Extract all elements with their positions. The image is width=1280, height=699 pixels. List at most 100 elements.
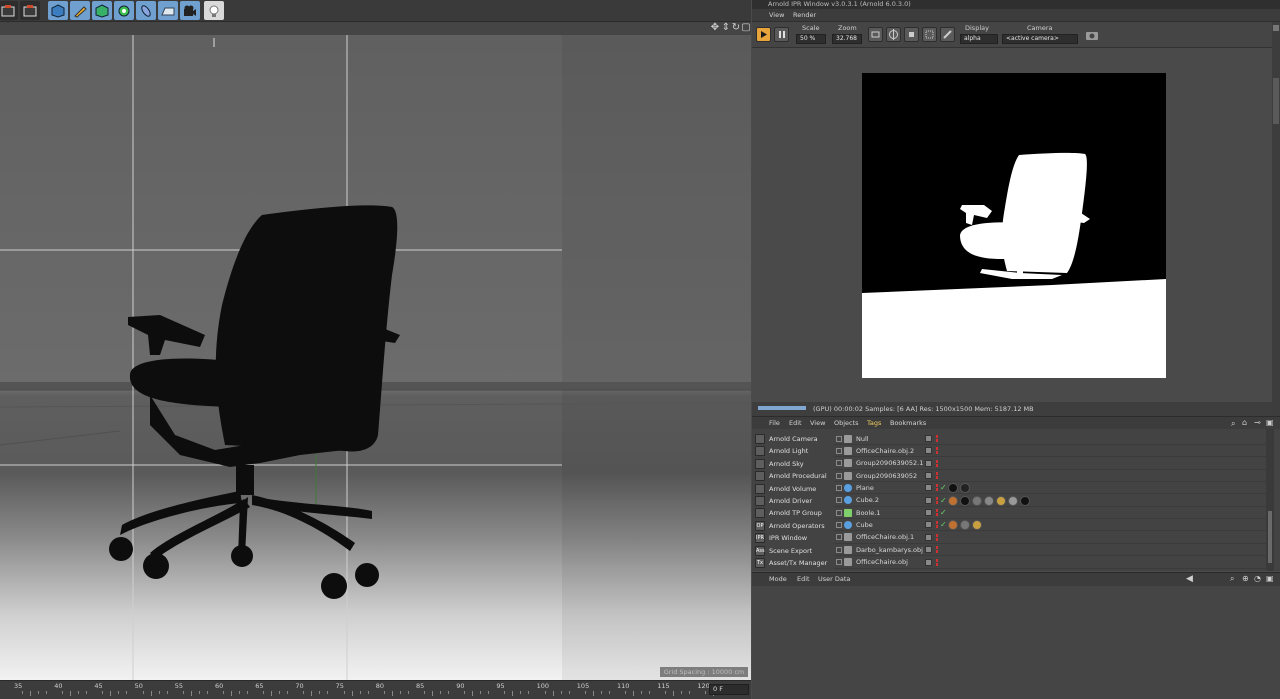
visibility-flags[interactable] xyxy=(925,472,943,480)
menu-file[interactable]: File xyxy=(769,419,780,427)
object-name[interactable]: Boole.1 xyxy=(856,509,926,517)
home-icon[interactable]: ⌂ xyxy=(1242,418,1247,427)
attr-new-window-icon[interactable]: ◔ xyxy=(1254,574,1261,583)
arnold-item-arnold-sky[interactable]: Arnold Sky xyxy=(755,458,830,470)
scroll-thumb[interactable] xyxy=(1273,78,1279,124)
scroll-view-icon[interactable]: ⇕ xyxy=(721,23,731,33)
object-scroll-thumb[interactable] xyxy=(1268,511,1272,563)
object-row[interactable]: OfficeChaire.obj.2 xyxy=(834,445,1266,458)
menu-bookmarks[interactable]: Bookmarks xyxy=(890,419,926,427)
expand-toggle-icon[interactable] xyxy=(836,460,842,467)
material-tag-icon[interactable] xyxy=(996,495,1006,506)
snapshot-camera-icon[interactable] xyxy=(1086,30,1098,40)
object-row[interactable]: Cube.2 ✓ xyxy=(834,495,1266,507)
material-tag-icon[interactable] xyxy=(1020,495,1030,506)
material-tag-icon[interactable] xyxy=(948,483,958,494)
object-name[interactable]: Darbo_kambarys.obj xyxy=(856,546,926,554)
visibility-flags[interactable] xyxy=(925,435,943,443)
expand-toggle-icon[interactable] xyxy=(836,546,842,553)
arnold-item-arnold-procedural[interactable]: Arnold Procedural xyxy=(755,470,830,482)
enabled-check-icon[interactable]: ✓ xyxy=(940,520,947,529)
object-row[interactable]: Boole.1 ✓ xyxy=(834,507,1266,520)
expand-toggle-icon[interactable] xyxy=(836,559,842,565)
expand-toggle-icon[interactable] xyxy=(836,534,842,541)
arnold-item-arnold-volume[interactable]: Arnold Volume xyxy=(755,483,830,495)
object-row[interactable]: Group2090639052 xyxy=(834,470,1266,483)
ipr-scrollbar[interactable] xyxy=(1272,22,1280,416)
material-tag-icon[interactable] xyxy=(948,495,958,506)
back-arrow-icon[interactable]: ◀ xyxy=(1186,574,1193,584)
link-icon[interactable]: ⊸ xyxy=(1254,418,1261,427)
attr-lock-icon[interactable]: ⊕ xyxy=(1242,574,1249,583)
object-name[interactable]: OfficeChaire.obj xyxy=(856,558,926,566)
material-tag-icon[interactable] xyxy=(960,520,970,531)
panel-menu-icon[interactable]: ▣ xyxy=(1266,418,1274,427)
visibility-flags[interactable] xyxy=(925,546,943,554)
render-picture-viewer-icon[interactable] xyxy=(20,1,40,20)
visibility-flags[interactable] xyxy=(925,447,943,455)
object-name[interactable]: OfficeChaire.obj.1 xyxy=(856,533,926,541)
crosshair-button[interactable] xyxy=(886,27,901,42)
brush-button[interactable] xyxy=(940,27,955,42)
camera-icon[interactable] xyxy=(180,1,200,20)
spline-pen-icon[interactable] xyxy=(70,1,90,20)
arnold-item-arnold-operators[interactable]: OP Arnold Operators xyxy=(755,520,830,532)
menu-edit[interactable]: Edit xyxy=(789,419,802,427)
arnold-item-arnold-light[interactable]: Arnold Light xyxy=(755,445,830,457)
zoom-field[interactable]: 32.768 xyxy=(832,34,862,44)
debug-shading-button[interactable] xyxy=(922,27,937,42)
object-row[interactable]: OfficeChaire.obj xyxy=(834,557,1266,569)
start-render-button[interactable] xyxy=(756,27,771,42)
object-row[interactable]: Cube ✓ xyxy=(834,519,1266,532)
object-name[interactable]: Null xyxy=(856,435,926,443)
menu-tags[interactable]: Tags xyxy=(867,419,881,427)
object-name[interactable]: Cube.2 xyxy=(856,496,926,504)
object-manager-scrollbar[interactable] xyxy=(1266,429,1274,571)
expand-toggle-icon[interactable] xyxy=(836,472,842,479)
attr-panel-menu-icon[interactable]: ▣ xyxy=(1266,574,1274,583)
render-view-icon[interactable] xyxy=(0,1,18,20)
material-tag-icon[interactable] xyxy=(948,520,958,531)
floor-icon[interactable] xyxy=(158,1,178,20)
object-row[interactable]: Darbo_kambarys.obj xyxy=(834,544,1266,557)
maximize-view-icon[interactable]: ▢ xyxy=(741,23,751,33)
material-tag-icon[interactable] xyxy=(960,495,970,506)
arnold-item-scene-export[interactable]: Ass Scene Export xyxy=(755,545,830,557)
arnold-item-arnold-driver[interactable]: Arnold Driver xyxy=(755,495,830,507)
expand-toggle-icon[interactable] xyxy=(836,484,842,491)
menu-render[interactable]: Render xyxy=(793,11,816,19)
visibility-flags[interactable] xyxy=(925,533,943,542)
menu-objects[interactable]: Objects xyxy=(834,419,859,427)
expand-toggle-icon[interactable] xyxy=(836,509,842,516)
object-name[interactable]: Plane xyxy=(856,484,926,492)
menu-mode[interactable]: Mode xyxy=(769,575,787,583)
enabled-check-icon[interactable]: ✓ xyxy=(940,483,947,492)
object-name[interactable]: Group2090639052 xyxy=(856,472,926,480)
enabled-check-icon[interactable]: ✓ xyxy=(940,508,947,517)
menu-edit-attr[interactable]: Edit xyxy=(797,575,810,583)
cloner-icon[interactable] xyxy=(114,1,134,20)
object-name[interactable]: OfficeChaire.obj.2 xyxy=(856,447,926,455)
material-tag-icon[interactable] xyxy=(972,520,982,531)
light-bulb-icon[interactable] xyxy=(204,1,224,20)
display-select[interactable]: alpha xyxy=(960,34,998,44)
search-icon[interactable]: ⌕ xyxy=(1231,419,1235,429)
expand-toggle-icon[interactable] xyxy=(836,497,842,504)
material-tag-icon[interactable] xyxy=(984,495,994,506)
menu-view[interactable]: View xyxy=(769,11,784,19)
object-name[interactable]: Cube xyxy=(856,521,926,529)
object-name[interactable]: Group2090639052.1 xyxy=(856,459,926,467)
region-render-button[interactable] xyxy=(868,27,883,42)
visibility-flags[interactable] xyxy=(925,459,943,468)
current-frame-field[interactable]: 0 F xyxy=(709,684,749,695)
arnold-item-arnold-camera[interactable]: Arnold Camera xyxy=(755,433,830,445)
material-tag-icon[interactable] xyxy=(972,495,982,506)
material-tag-icon[interactable] xyxy=(960,483,970,494)
expand-toggle-icon[interactable] xyxy=(836,521,842,528)
camera-select[interactable]: <active camera> xyxy=(1002,34,1078,44)
cube-primitive-icon[interactable] xyxy=(48,1,68,20)
scale-field[interactable]: 50 % xyxy=(796,34,826,44)
object-row[interactable]: Null xyxy=(834,433,1266,445)
arnold-item-ipr-window[interactable]: IPR IPR Window xyxy=(755,532,830,544)
arnold-item-asset-tx-manager[interactable]: Tx Asset/Tx Manager xyxy=(755,557,830,569)
